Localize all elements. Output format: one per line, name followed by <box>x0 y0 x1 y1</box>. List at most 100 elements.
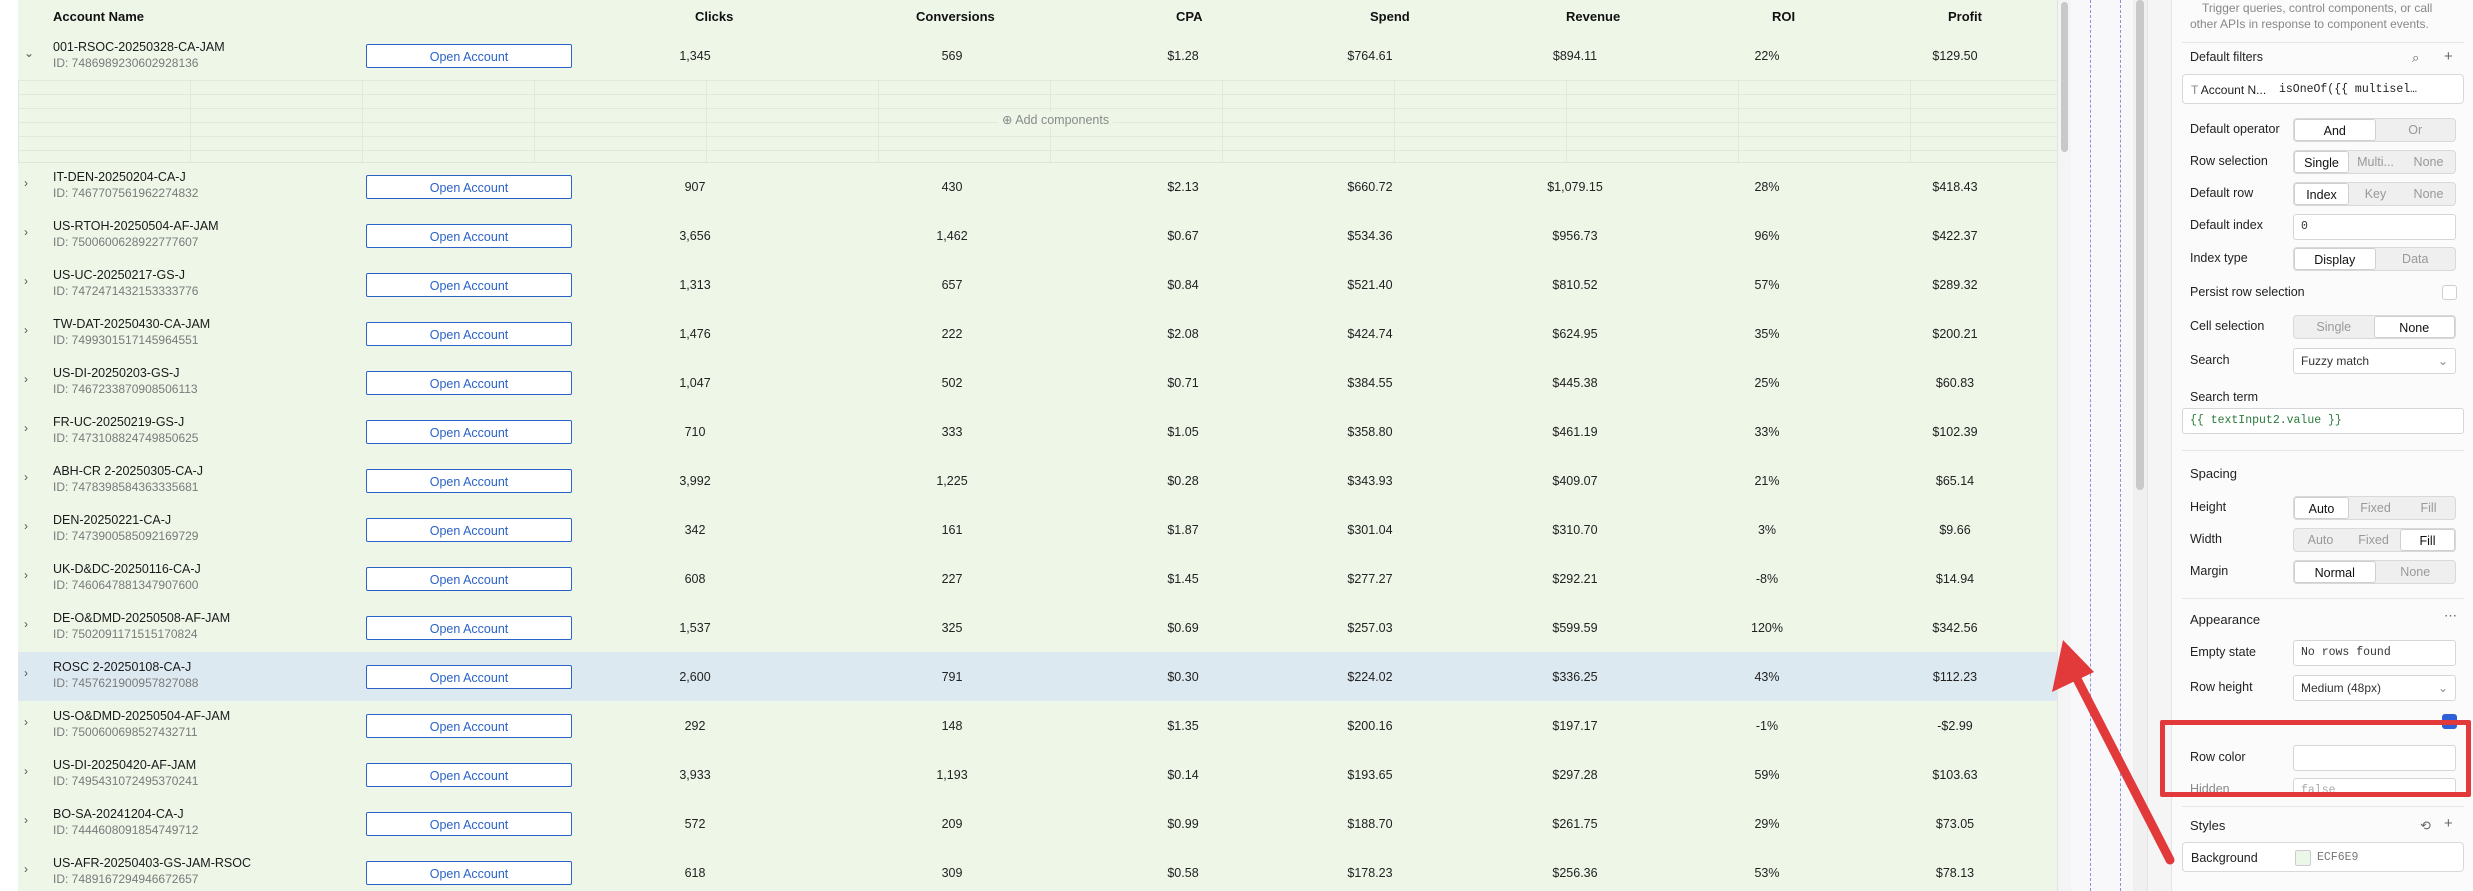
table-row[interactable]: › US-DI-20250420-AF-JAM ID: 74954310724953… <box>18 750 2057 800</box>
expand-row-icon[interactable]: › <box>24 323 28 337</box>
segment-option[interactable]: Auto <box>2294 497 2349 519</box>
canvas-scrollbar[interactable] <box>2133 0 2147 891</box>
segment-option[interactable]: Index <box>2294 183 2349 205</box>
expand-row-icon[interactable]: › <box>24 470 28 484</box>
segment-option[interactable]: Fixed <box>2347 529 2400 551</box>
table-row[interactable]: › US-RTOH-20250504-AF-JAM ID: 750060062892… <box>18 211 2057 261</box>
table-row[interactable]: ⌄ 001-RSOC-20250328-CA-JAM ID: 74869892306… <box>18 32 2057 81</box>
open-account-button[interactable]: Open Account <box>366 321 572 346</box>
segment-option[interactable]: Data <box>2376 248 2456 270</box>
expand-row-icon[interactable]: › <box>24 666 28 680</box>
open-account-button[interactable]: Open Account <box>366 664 572 689</box>
expand-row-icon[interactable]: › <box>24 176 28 190</box>
segment-option[interactable]: Key <box>2349 183 2402 205</box>
open-account-button[interactable]: Open Account <box>366 272 572 297</box>
open-account-button[interactable]: Open Account <box>366 811 572 836</box>
header-cpa[interactable]: CPA <box>1176 9 1202 24</box>
header-profit[interactable]: Profit <box>1948 9 1982 24</box>
persist-row-selection-checkbox[interactable] <box>2442 285 2457 300</box>
segment-option[interactable]: Fill <box>2402 497 2455 519</box>
search-select[interactable]: Fuzzy match ⌄ <box>2293 348 2456 374</box>
more-options-icon[interactable]: ⋯ <box>2444 608 2457 624</box>
table-row[interactable]: › US-O&DMD-20250504-AF-JAM ID: 75006006985… <box>18 701 2057 751</box>
canvas-scrollbar-thumb[interactable] <box>2136 0 2144 490</box>
expand-row-icon[interactable]: › <box>24 813 28 827</box>
table-row[interactable]: › TW-DAT-20250430-CA-JAM ID: 7499301517145… <box>18 309 2057 359</box>
width-toggle[interactable]: Auto Fixed Fill <box>2293 528 2456 552</box>
row-height-select[interactable]: Medium (48px) ⌄ <box>2293 675 2456 701</box>
reset-styles-icon[interactable]: ⟲ <box>2420 818 2431 834</box>
table-row[interactable]: › UK-D&DC-20250116-CA-J ID: 74606478813479… <box>18 554 2057 604</box>
expand-row-icon[interactable]: › <box>24 764 28 778</box>
expand-row-icon[interactable]: › <box>24 568 28 582</box>
expand-row-icon[interactable]: › <box>24 225 28 239</box>
filter-row[interactable]: T Account N... isOneOf({{ multisel… <box>2182 74 2464 104</box>
segment-option[interactable]: Auto <box>2294 529 2347 551</box>
table-row[interactable]: › US-UC-20250217-GS-J ID: 7472471432153333… <box>18 260 2057 310</box>
segment-option[interactable]: None <box>2373 316 2455 338</box>
default-index-input[interactable]: 0 <box>2293 214 2456 240</box>
table-row[interactable]: › ROSC 2-20250108-CA-J ID: 745762190095782… <box>18 652 2057 702</box>
table-scrollbar[interactable] <box>2057 0 2072 891</box>
segment-option[interactable]: Fill <box>2400 529 2455 551</box>
segment-option[interactable]: None <box>2376 561 2456 583</box>
open-account-button[interactable]: Open Account <box>366 713 572 738</box>
open-account-button[interactable]: Open Account <box>366 223 572 248</box>
header-account-name[interactable]: Account Name <box>53 9 144 24</box>
table-row[interactable]: › DEN-20250221-CA-J ID: 747390058509216972… <box>18 505 2057 555</box>
segment-option[interactable]: Or <box>2376 119 2456 141</box>
table-scrollbar-thumb[interactable] <box>2061 2 2068 152</box>
segment-option[interactable]: Multi... <box>2349 151 2402 173</box>
expand-row-icon[interactable]: › <box>24 862 28 876</box>
open-account-button[interactable]: Open Account <box>366 762 572 787</box>
header-spend[interactable]: Spend <box>1370 9 1410 24</box>
expand-row-icon[interactable]: › <box>24 421 28 435</box>
open-account-button[interactable]: Open Account <box>366 44 572 68</box>
cell-selection-toggle[interactable]: Single None <box>2293 315 2456 339</box>
add-filter-icon[interactable]: + <box>2444 48 2453 65</box>
header-roi[interactable]: ROI <box>1772 9 1795 24</box>
default-operator-toggle[interactable]: And Or <box>2293 118 2456 142</box>
table-row[interactable]: › BO-SA-20241204-CA-J ID: 7444608091854749… <box>18 799 2057 849</box>
open-account-button[interactable]: Open Account <box>366 517 572 542</box>
open-account-button[interactable]: Open Account <box>366 468 572 493</box>
collapse-row-icon[interactable]: ⌄ <box>24 46 34 60</box>
background-style-row[interactable]: Background ECF6E9 <box>2182 842 2464 872</box>
expand-row-icon[interactable]: › <box>24 519 28 533</box>
open-account-button[interactable]: Open Account <box>366 615 572 640</box>
add-style-icon[interactable]: + <box>2444 815 2453 832</box>
open-account-button[interactable]: Open Account <box>366 419 572 444</box>
expand-row-icon[interactable]: › <box>24 372 28 386</box>
empty-state-input[interactable]: No rows found <box>2293 640 2456 666</box>
expand-row-icon[interactable]: › <box>24 617 28 631</box>
add-components-button[interactable]: ⊕ Add components <box>998 112 1114 127</box>
segment-option[interactable]: None <box>2402 151 2455 173</box>
open-account-button[interactable]: Open Account <box>366 174 572 199</box>
table-row[interactable]: › IT-DEN-20250204-CA-J ID: 746770756196227… <box>18 162 2057 212</box>
background-swatch[interactable] <box>2295 850 2311 866</box>
segment-option[interactable]: Fixed <box>2349 497 2402 519</box>
header-revenue[interactable]: Revenue <box>1566 9 1620 24</box>
segment-option[interactable]: Single <box>2294 151 2349 173</box>
open-account-button[interactable]: Open Account <box>366 860 572 885</box>
expand-row-icon[interactable]: › <box>24 715 28 729</box>
open-account-button[interactable]: Open Account <box>366 566 572 591</box>
header-clicks[interactable]: Clicks <box>695 9 733 24</box>
search-term-input[interactable]: {{ textInput2.value }} <box>2182 408 2464 434</box>
filter-icon[interactable]: ⌕ <box>2412 50 2419 66</box>
default-row-toggle[interactable]: Index Key None <box>2293 182 2456 206</box>
table-row[interactable]: › DE-O&DMD-20250508-AF-JAM ID: 75020911715… <box>18 603 2057 653</box>
segment-option[interactable]: Display <box>2294 248 2376 270</box>
margin-toggle[interactable]: Normal None <box>2293 560 2456 584</box>
index-type-toggle[interactable]: Display Data <box>2293 247 2456 271</box>
segment-option[interactable]: Single <box>2294 316 2374 338</box>
open-account-button[interactable]: Open Account <box>366 370 572 395</box>
height-toggle[interactable]: Auto Fixed Fill <box>2293 496 2456 520</box>
table-row[interactable]: › FR-UC-20250219-GS-J ID: 7473108824749850… <box>18 407 2057 457</box>
segment-option[interactable]: Normal <box>2294 561 2376 583</box>
expand-row-icon[interactable]: › <box>24 274 28 288</box>
table-row[interactable]: › ABH-CR 2-20250305-CA-J ID: 7478398584363… <box>18 456 2057 506</box>
row-selection-toggle[interactable]: Single Multi... None <box>2293 150 2456 174</box>
table-row[interactable]: › US-AFR-20250403-GS-JAM-RSOC ID: 74891672… <box>18 848 2057 891</box>
segment-option[interactable]: None <box>2402 183 2455 205</box>
